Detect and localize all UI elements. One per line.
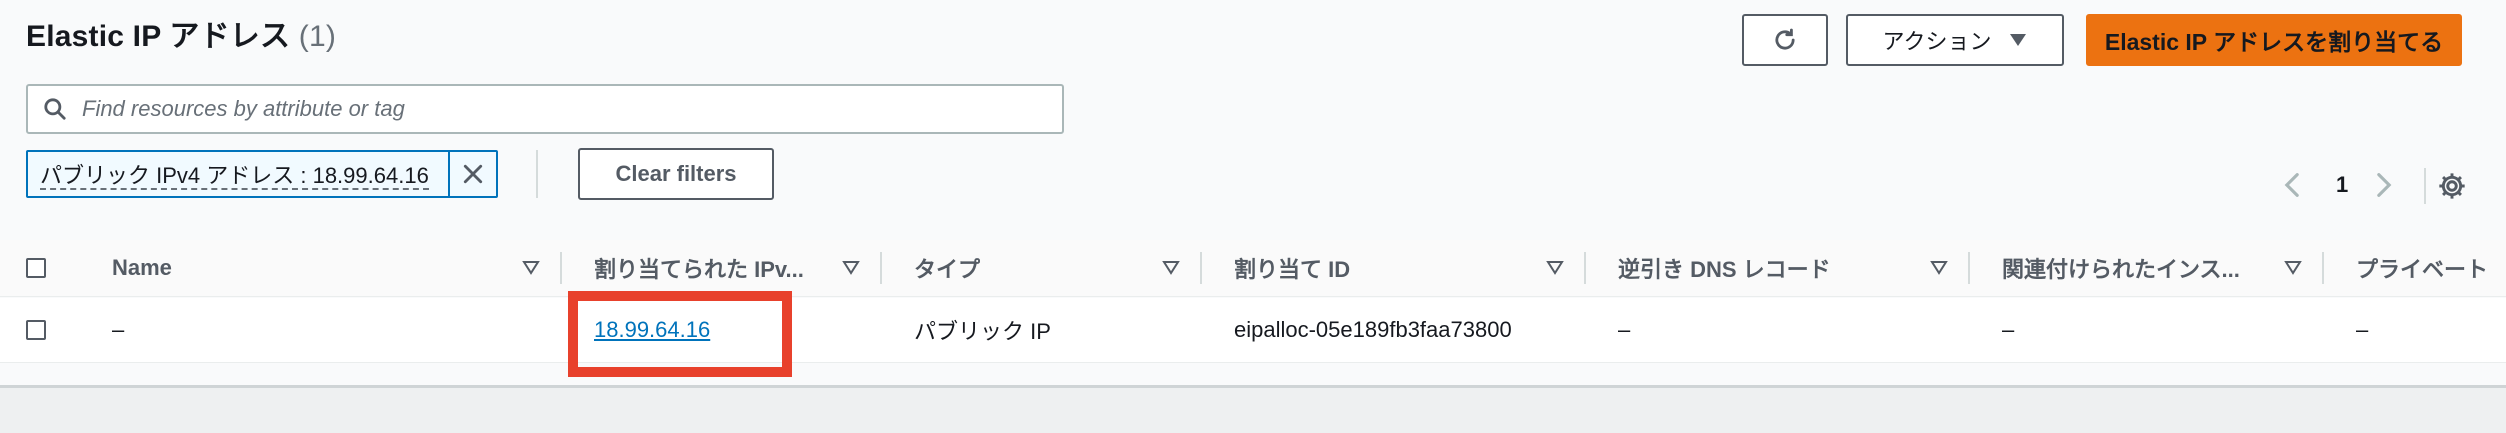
resource-count: (1) [298,20,337,53]
refresh-button[interactable] [1742,14,1828,66]
highlight-annotation [568,291,792,377]
pager-divider [2424,168,2426,204]
prev-page-button[interactable] [2284,172,2300,203]
cell-private: – [2356,317,2369,342]
sort-caret-icon[interactable] [1930,258,1948,276]
column-resizer[interactable] [1200,252,1202,284]
cell-allocation-id: eipalloc-05e189fb3faa73800 [1234,317,1512,342]
filter-token-label: パブリック IPv4 アドレス : 18.99.64.16 [40,163,429,190]
column-resizer[interactable] [880,252,882,284]
filter-divider [536,150,538,198]
column-header-reverse-dns[interactable]: 逆引き DNS レコード [1618,240,1831,296]
gear-icon [2439,173,2465,199]
cell-name: – [112,317,125,342]
cell-type: パブリック IP [914,319,1051,344]
preferences-button[interactable] [2436,170,2468,207]
next-page-button[interactable] [2376,172,2392,203]
row-checkbox[interactable] [26,320,46,340]
clear-filters-button[interactable]: Clear filters [578,148,774,200]
column-header-private[interactable]: プライベート [2356,240,2488,296]
filter-token: パブリック IPv4 アドレス : 18.99.64.16 [26,150,498,198]
actions-label: アクション [1882,29,1992,54]
page-title-text: Elastic IP アドレス [26,20,291,53]
search-input[interactable]: Find resources by attribute or tag [26,84,1064,134]
sort-caret-icon[interactable] [1162,258,1180,276]
sort-caret-icon[interactable] [842,258,860,276]
actions-dropdown[interactable]: アクション [1846,14,2064,66]
allocate-eip-button[interactable]: Elastic IP アドレスを割り当てる [2086,14,2462,66]
cell-reverse-dns: – [1618,317,1631,342]
sort-caret-icon[interactable] [2284,258,2302,276]
column-resizer[interactable] [560,252,562,284]
search-placeholder: Find resources by attribute or tag [82,96,405,121]
current-page[interactable]: 1 [2336,172,2348,198]
sort-caret-icon[interactable] [1546,258,1564,276]
close-icon [463,164,483,184]
column-header-ip[interactable]: 割り当てられた IPv... [594,240,804,296]
refresh-icon [1775,28,1795,50]
chevron-right-icon [2377,173,2392,197]
cell-instance: – [2002,317,2015,342]
column-header-type[interactable]: タイプ [914,240,980,296]
column-header-name[interactable]: Name [112,240,172,296]
column-resizer[interactable] [1584,252,1586,284]
chevron-left-icon [2284,173,2299,197]
column-header-allocation-id[interactable]: 割り当て ID [1234,240,1350,296]
sort-caret-icon[interactable] [522,258,540,276]
split-panel-divider [0,385,2506,433]
page-title: Elastic IP アドレス (1) [26,17,336,57]
remove-filter-button[interactable] [448,152,496,196]
column-header-instance[interactable]: 関連付けられたインス... [2002,240,2240,296]
select-all-checkbox[interactable] [26,258,46,278]
caret-down-icon [2010,34,2027,46]
search-icon [44,98,66,120]
column-resizer[interactable] [1968,252,1970,284]
column-resizer[interactable] [2322,252,2324,284]
